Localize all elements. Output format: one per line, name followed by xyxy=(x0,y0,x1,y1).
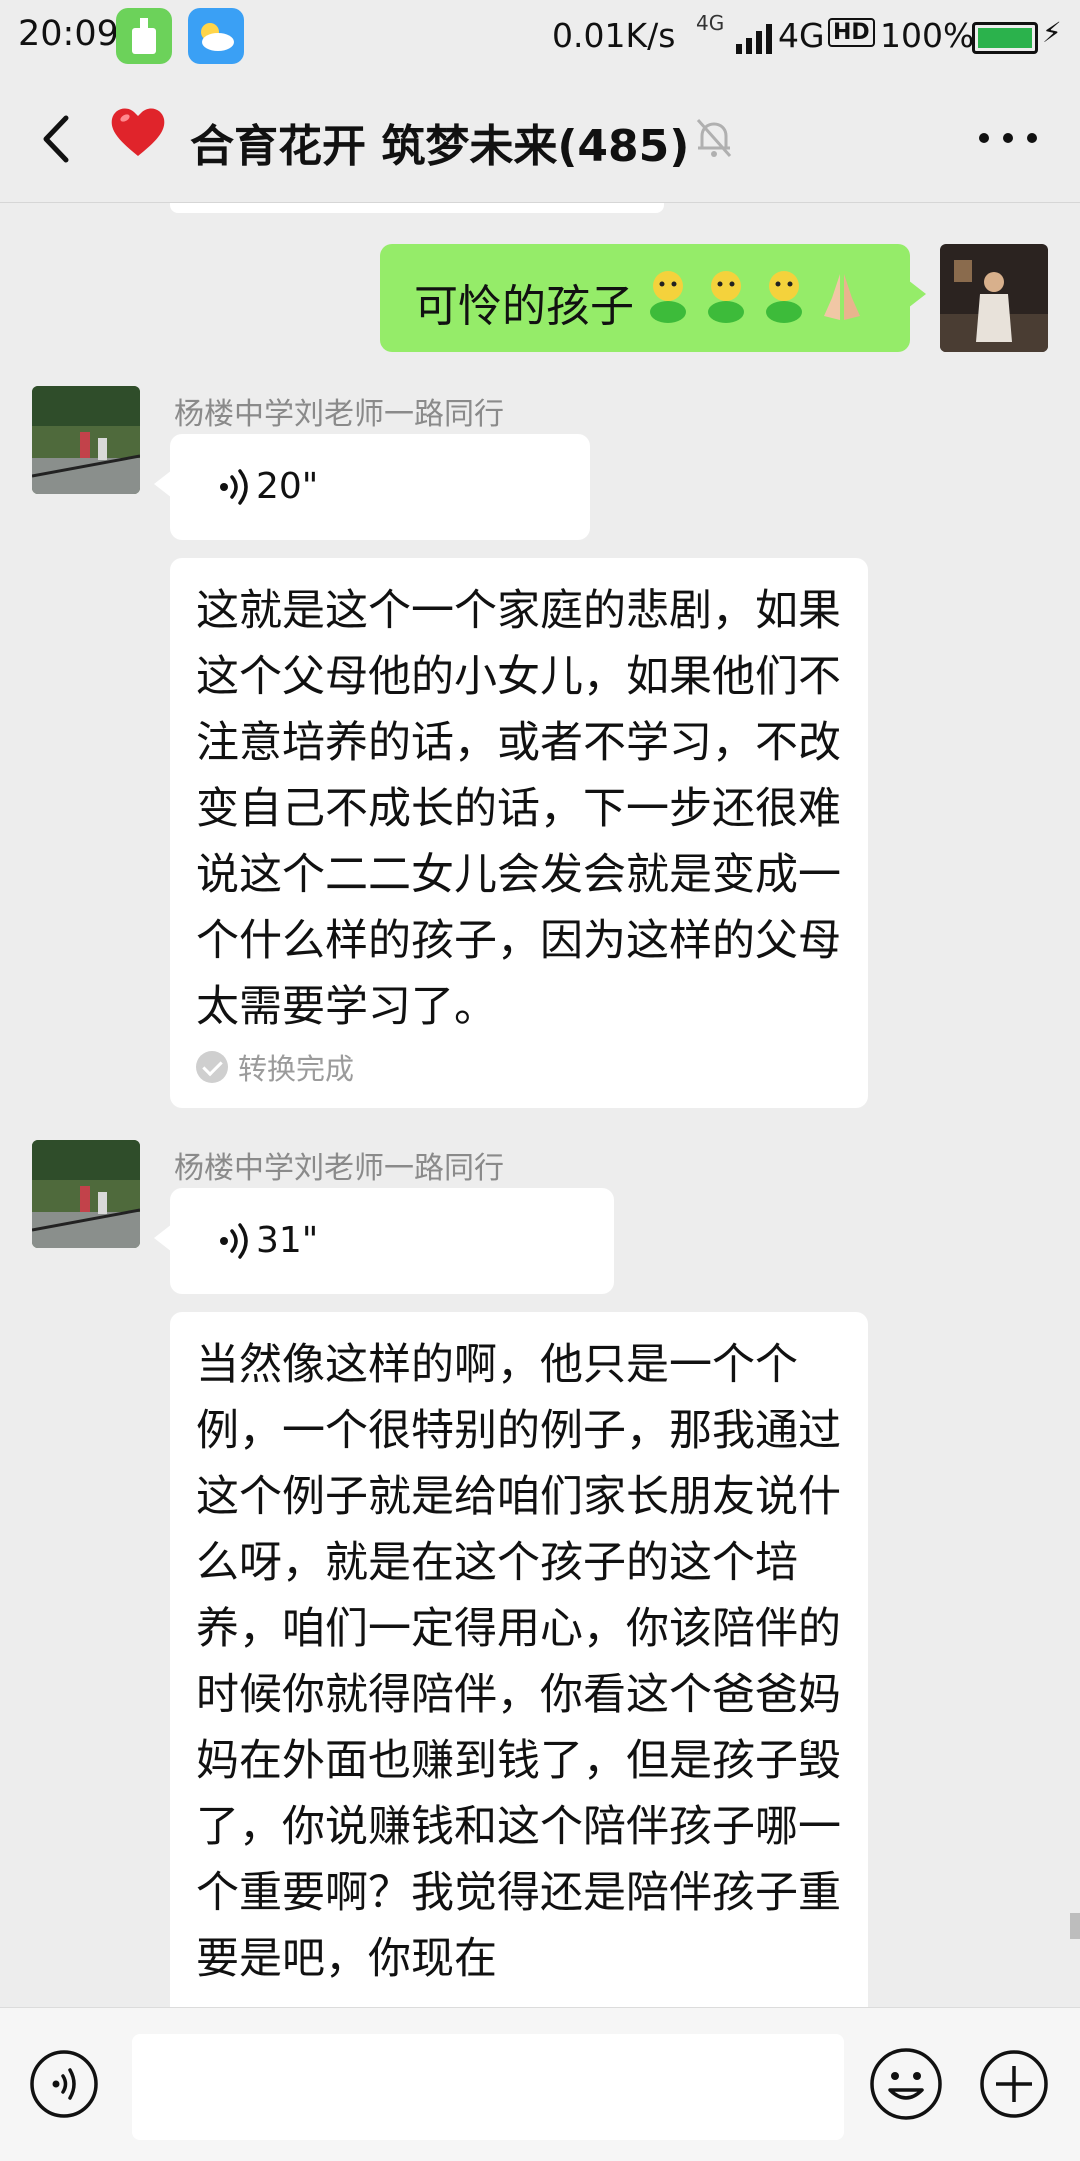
emoji-group xyxy=(642,268,868,324)
sender-name: 杨楼中学刘老师一路同行 xyxy=(174,1151,504,1186)
cleaner-app-icon xyxy=(116,8,172,64)
praying-hands-icon xyxy=(824,274,860,320)
battery-icon xyxy=(972,22,1038,54)
red-heart-icon xyxy=(111,108,165,156)
more-dots-icon[interactable] xyxy=(972,118,1044,158)
status-bar: 20:09 0.01K/s 4G 4G HD 100% ⚡ xyxy=(0,0,1080,76)
voice-transcript-bubble[interactable]: 当然像这样的啊，他只是一个个例，一个很特别的例子，那我通过这个例子就是给咱们家长… xyxy=(170,1312,868,2007)
sender-avatar[interactable] xyxy=(32,386,140,494)
message-text: 可怜的孩子 xyxy=(414,281,634,332)
message-input[interactable] xyxy=(132,2034,844,2140)
status-time: 20:09 xyxy=(18,14,119,54)
voice-message-bubble[interactable]: 20" xyxy=(154,434,590,540)
input-bar xyxy=(0,2007,1080,2161)
signal-icon xyxy=(736,24,772,54)
check-icon xyxy=(196,1051,228,1083)
sender-avatar[interactable] xyxy=(32,1140,140,1248)
my-message-bubble[interactable]: 可怜的孩子 xyxy=(380,244,926,352)
network-small-label: 4G xyxy=(696,11,725,35)
network-speed: 0.01K/s xyxy=(552,16,676,55)
voice-play[interactable]: 20" xyxy=(218,466,318,507)
voice-duration: 20" xyxy=(256,466,319,507)
battery-percent: 100% xyxy=(880,16,975,55)
voice-wave-icon xyxy=(220,468,248,505)
chat-title: 合育花开 筑梦未来(485) xyxy=(190,121,690,172)
sender-name: 杨楼中学刘老师一路同行 xyxy=(174,397,504,432)
weather-app-icon xyxy=(188,8,244,64)
transcript-text: 当然像这样的啊，他只是一个个例，一个很特别的例子，那我通过这个例子就是给咱们家长… xyxy=(196,1340,841,1984)
charging-icon: ⚡ xyxy=(1042,16,1062,49)
my-avatar[interactable] xyxy=(940,244,1048,352)
hd-badge: HD xyxy=(828,18,875,47)
transcript-text: 这就是这个一个家庭的悲剧，如果这个父母他的小女儿，如果他们不注意培养的话，或者不… xyxy=(196,586,841,1032)
network-type: 4G xyxy=(778,16,825,55)
voice-transcript-bubble[interactable]: 这就是这个一个家庭的悲剧，如果这个父母他的小女儿，如果他们不注意培养的话，或者不… xyxy=(170,558,868,1108)
previous-message-bubble[interactable] xyxy=(170,203,664,213)
voice-duration: 31" xyxy=(256,1220,319,1261)
voice-play[interactable]: 31" xyxy=(218,1220,318,1261)
transcript-status: 转换完成 xyxy=(196,1046,354,1088)
voice-input-icon[interactable] xyxy=(28,2048,100,2120)
mute-bell-icon xyxy=(696,119,732,157)
emoji-face-icon xyxy=(650,271,686,323)
voice-wave-icon xyxy=(220,1222,248,1259)
plus-icon[interactable] xyxy=(978,2048,1050,2120)
scrollbar[interactable] xyxy=(1070,1913,1080,1939)
chat-header: 合育花开 筑梦未来(485) xyxy=(0,76,1080,203)
emoji-face-icon xyxy=(708,271,744,323)
emoji-face-icon xyxy=(766,271,802,323)
emoji-icon[interactable] xyxy=(868,2046,944,2122)
voice-message-bubble[interactable]: 31" xyxy=(154,1188,614,1294)
chat-messages[interactable]: 可怜的孩子 杨楼中学刘老师一路同行 20" 这就是这个一个家庭的悲剧，如果这个父… xyxy=(0,203,1080,2007)
back-arrow-icon[interactable] xyxy=(28,106,84,172)
transcript-status-text: 转换完成 xyxy=(238,1052,355,1086)
